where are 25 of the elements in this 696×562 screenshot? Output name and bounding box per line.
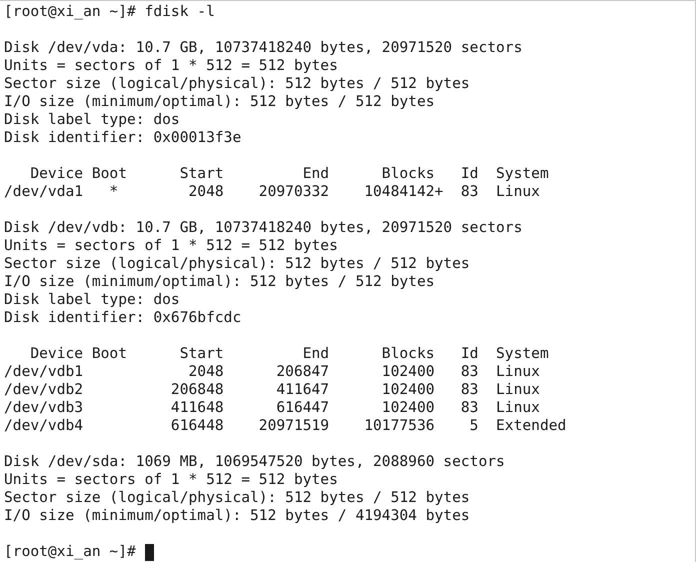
terminal-line: Disk /dev/vdb: 10.7 GB, 10737418240 bytes, 20971520 sectors: [4, 219, 522, 237]
terminal-line: Sector size (logical/physical): 512 bytes / 512 bytes: [4, 489, 470, 507]
terminal-line: Sector size (logical/physical): 512 bytes / 512 bytes: [4, 75, 470, 93]
terminal-line: Units = sectors of 1 * 512 = 512 bytes: [4, 237, 338, 255]
terminal-line: Disk label type: dos: [4, 111, 180, 129]
terminal-line: I/O size (minimum/optimal): 512 bytes / 512 bytes: [4, 273, 435, 291]
terminal-line: /dev/vda1 * 2048 20970332 10484142+ 83 Linux: [4, 183, 540, 201]
terminal-line: /dev/vdb1 2048 206847 102400 83 Linux: [4, 363, 540, 381]
terminal-line: /dev/vdb3 411648 616447 102400 83 Linux: [4, 399, 540, 417]
terminal-line: /dev/vdb4 616448 20971519 10177536 5 Extended: [4, 417, 566, 435]
terminal-line: Disk /dev/sda: 1069 MB, 1069547520 bytes, 2088960 sectors: [4, 453, 505, 471]
terminal-line: [root@xi_an ~]# fdisk -l: [4, 3, 215, 21]
terminal-line: I/O size (minimum/optimal): 512 bytes / 4194304 bytes: [4, 507, 470, 525]
terminal-line: Disk /dev/vda: 10.7 GB, 10737418240 bytes, 20971520 sectors: [4, 39, 522, 57]
terminal-line: Disk label type: dos: [4, 291, 180, 309]
shell-prompt: [root@xi_an ~]#: [4, 543, 137, 561]
terminal-line: Units = sectors of 1 * 512 = 512 bytes: [4, 471, 338, 489]
terminal-line: Sector size (logical/physical): 512 bytes / 512 bytes: [4, 255, 470, 273]
terminal-line: Units = sectors of 1 * 512 = 512 bytes: [4, 57, 338, 75]
terminal-line: I/O size (minimum/optimal): 512 bytes / 512 bytes: [4, 93, 435, 111]
terminal-line: Disk identifier: 0x676bfcdc: [4, 309, 242, 327]
terminal-line: Disk identifier: 0x00013f3e: [4, 129, 242, 147]
terminal-line: Device Boot Start End Blocks Id System: [29, 165, 549, 183]
terminal-line: /dev/vdb2 206848 411647 102400 83 Linux: [4, 381, 540, 399]
terminal-line: Device Boot Start End Blocks Id System: [29, 345, 549, 363]
